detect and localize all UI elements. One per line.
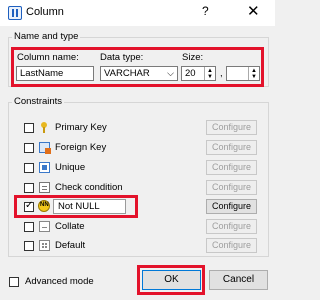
name-type-group-label: Name and type [12,31,81,42]
advanced-mode-checkbox[interactable] [9,277,19,287]
constraint-row-default: Default Configure [0,238,275,254]
foreign-key-icon [39,142,51,154]
check-condition-configure-button[interactable]: Configure [206,180,257,195]
unique-icon [39,162,50,173]
data-type-value: VARCHAR [104,68,150,79]
size-label: Size: [182,52,204,63]
not-null-label: Not NULL [58,201,100,212]
column-name-label: Column name: [17,52,79,63]
chevron-down-icon: ⌵ [167,68,174,78]
help-button[interactable]: ? [202,4,209,18]
foreign-key-configure-button[interactable]: Configure [206,140,257,155]
constraint-row-not-null: ✓ NN Not NULL Configure [0,199,275,215]
check-condition-checkbox[interactable] [24,183,34,193]
primary-key-configure-button[interactable]: Configure [206,120,257,135]
primary-key-label: Primary Key [55,122,107,133]
check-condition-icon [39,182,50,193]
not-null-label-box: Not NULL [53,199,126,214]
unique-checkbox[interactable] [24,163,34,173]
unique-label: Unique [55,162,86,173]
size2-spinner[interactable]: ▲ ▼ [248,67,260,80]
checkmark-icon: ✓ [25,200,34,211]
check-condition-label: Check condition [55,182,123,193]
window-title: Column [26,6,64,18]
default-checkbox[interactable] [24,241,34,251]
data-type-select[interactable]: VARCHAR ⌵ [100,66,178,81]
key-icon [39,122,50,133]
size-spinner[interactable]: ▲ ▼ [204,67,216,80]
foreign-key-checkbox[interactable] [24,143,34,153]
column-icon [8,6,22,20]
collate-icon [39,221,50,232]
cancel-button[interactable]: Cancel [209,270,268,290]
constraint-row-primary-key: Primary Key Configure [0,120,275,136]
column-name-input[interactable]: LastName [16,66,94,81]
size2-input[interactable]: ▲ ▼ [226,66,260,81]
spin-down-icon[interactable]: ▼ [251,74,257,80]
collate-configure-button[interactable]: Configure [206,219,257,234]
not-null-icon: NN [38,200,50,212]
primary-key-checkbox[interactable] [24,123,34,133]
constraint-row-check-condition: Check condition Configure [0,180,275,196]
constraint-row-foreign-key: Foreign Key Configure [0,140,275,156]
default-configure-button[interactable]: Configure [206,238,257,253]
collate-checkbox[interactable] [24,222,34,232]
data-type-label: Data type: [100,52,144,63]
unique-configure-button[interactable]: Configure [206,160,257,175]
foreign-key-label: Foreign Key [55,142,107,153]
collate-label: Collate [55,221,85,232]
title-bar: Column ? ✕ [0,0,275,26]
spin-down-icon[interactable]: ▼ [207,74,213,80]
constraints-group-label: Constraints [12,96,65,107]
default-icon [39,240,50,251]
close-button[interactable]: ✕ [247,2,260,20]
ok-button[interactable]: OK [142,270,201,290]
constraint-row-collate: Collate Configure [0,219,275,235]
size-input[interactable]: 20 ▲ ▼ [181,66,216,81]
size-separator: , [220,68,223,79]
size-value: 20 [185,68,196,79]
default-label: Default [55,240,86,251]
not-null-configure-button[interactable]: Configure [206,199,257,214]
not-null-checkbox[interactable]: ✓ [24,200,34,212]
advanced-mode-label: Advanced mode [25,276,94,287]
constraint-row-unique: Unique Configure [0,160,275,176]
